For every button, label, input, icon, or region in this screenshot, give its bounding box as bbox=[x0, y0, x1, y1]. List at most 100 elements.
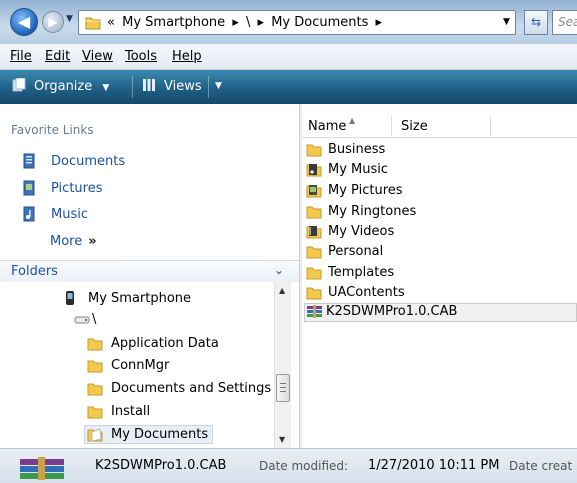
address-bar-area: ◀ ▶ ▼ « My Smartphone ▸ \ ▸ My Documents… bbox=[0, 0, 577, 44]
list-item-label: Business bbox=[328, 142, 386, 157]
breadcrumb-separator[interactable]: ▸ bbox=[258, 15, 265, 30]
tree-item-label: Install bbox=[111, 404, 151, 419]
list-item[interactable]: UAContents bbox=[306, 285, 405, 300]
column-name[interactable]: Name ▲ bbox=[308, 116, 355, 134]
chevron-down-icon: ▼ bbox=[503, 17, 510, 27]
favorite-documents-label: Documents bbox=[51, 153, 126, 169]
breadcrumb-separator[interactable]: ▸ bbox=[232, 15, 239, 30]
music-folder-icon bbox=[306, 164, 322, 177]
column-header: Name ▲ Size bbox=[302, 114, 577, 138]
list-item-selected[interactable]: K2SDWMPro1.0.CAB bbox=[306, 304, 457, 319]
scrollbar-thumb[interactable] bbox=[276, 374, 290, 402]
details-created-label: Date creat bbox=[509, 459, 573, 473]
list-item[interactable]: Templates bbox=[306, 265, 394, 280]
favorite-pictures[interactable]: Pictures bbox=[23, 180, 102, 196]
breadcrumb-overflow[interactable]: « bbox=[107, 15, 115, 30]
folder-icon bbox=[306, 287, 322, 300]
list-item-label: My Music bbox=[328, 162, 389, 177]
tree-item-my-smartphone[interactable]: My Smartphone bbox=[63, 290, 191, 306]
music-icon bbox=[23, 206, 35, 222]
navigation-pane: Favorite Links Documents Pictures Music … bbox=[0, 104, 299, 448]
list-item-label: My Videos bbox=[328, 224, 395, 239]
list-item-label: UAContents bbox=[328, 285, 405, 300]
folder-icon bbox=[306, 206, 322, 219]
column-divider[interactable] bbox=[391, 116, 392, 136]
favorite-links-heading: Favorite Links bbox=[11, 123, 94, 137]
folders-scrollbar[interactable]: ▲ ▼ bbox=[274, 282, 291, 448]
tree-item-label: Documents and Settings bbox=[111, 381, 272, 396]
search-input[interactable]: Sea bbox=[552, 10, 577, 35]
scroll-up-icon[interactable]: ▲ bbox=[279, 286, 285, 295]
folder-open-icon bbox=[87, 428, 103, 442]
menu-view-label: View bbox=[82, 49, 113, 64]
double-chevron-right-icon: » bbox=[88, 234, 97, 249]
list-item-label: Personal bbox=[328, 244, 384, 259]
menu-tools-label: Tools bbox=[125, 49, 158, 64]
folder-icon bbox=[87, 383, 103, 396]
menu-help-label: Help bbox=[172, 49, 202, 64]
list-item-label: My Pictures bbox=[328, 183, 403, 198]
address-history-dropdown[interactable]: ▼ bbox=[503, 17, 510, 27]
list-item-label: My Ringtones bbox=[328, 204, 417, 219]
details-file-name: K2SDWMPro1.0.CAB bbox=[95, 458, 227, 473]
address-box[interactable]: « My Smartphone ▸ \ ▸ My Documents ▸ ▼ bbox=[78, 10, 516, 35]
views-dropdown[interactable]: ▼ bbox=[215, 81, 222, 91]
tree-item-application-data[interactable]: Application Data bbox=[87, 336, 219, 351]
chevron-down-icon: ▼ bbox=[215, 81, 222, 91]
list-item[interactable]: My Ringtones bbox=[306, 204, 416, 219]
favorite-documents[interactable]: Documents bbox=[23, 153, 125, 169]
tree-item-connmgr[interactable]: ConnMgr bbox=[87, 358, 169, 373]
folders-title: Folders bbox=[11, 264, 58, 279]
drive-icon bbox=[74, 316, 90, 323]
chevron-down-icon: ▼ bbox=[66, 14, 73, 24]
breadcrumb-my-documents[interactable]: My Documents bbox=[271, 15, 368, 30]
column-size-label: Size bbox=[401, 119, 428, 134]
menu-file[interactable]: File bbox=[10, 49, 32, 64]
scroll-down-icon[interactable]: ▼ bbox=[279, 435, 285, 444]
tree-item-install[interactable]: Install bbox=[87, 404, 150, 419]
breadcrumb: « My Smartphone ▸ \ ▸ My Documents ▸ bbox=[107, 15, 385, 30]
list-item-label: K2SDWMPro1.0.CAB bbox=[326, 304, 458, 319]
more-favorites-link[interactable]: More » bbox=[50, 234, 97, 249]
tree-item-documents-and-settings[interactable]: Documents and Settings bbox=[87, 381, 271, 396]
column-name-label: Name bbox=[308, 119, 347, 134]
refresh-button[interactable]: ⇆ bbox=[524, 10, 548, 35]
folder-icon bbox=[87, 406, 103, 419]
arrow-right-icon: ▶ bbox=[48, 15, 58, 29]
tree-item-my-documents[interactable]: My Documents bbox=[84, 425, 214, 444]
phone-icon bbox=[66, 291, 74, 305]
menu-edit[interactable]: Edit bbox=[45, 49, 70, 64]
file-list-pane: Name ▲ Size Business My Music My Picture… bbox=[302, 104, 577, 448]
menu-bar: File Edit View Tools Help bbox=[0, 44, 577, 70]
column-size[interactable]: Size bbox=[401, 119, 428, 134]
organize-button[interactable]: Organize ▼ bbox=[12, 77, 109, 94]
list-item[interactable]: Personal bbox=[306, 244, 383, 259]
command-divider bbox=[132, 76, 133, 98]
folders-header[interactable]: Folders ⌄ bbox=[0, 260, 299, 282]
breadcrumb-separator[interactable]: ▸ bbox=[376, 15, 383, 30]
tree-item-label: My Documents bbox=[111, 427, 209, 442]
details-modified-label: Date modified: bbox=[259, 459, 349, 473]
views-button[interactable]: Views bbox=[142, 78, 202, 94]
recent-pages-dropdown[interactable]: ▼ bbox=[66, 14, 73, 24]
tree-item-root[interactable]: \ bbox=[74, 312, 96, 327]
breadcrumb-root[interactable]: \ bbox=[246, 15, 250, 30]
breadcrumb-my-smartphone[interactable]: My Smartphone bbox=[122, 15, 225, 30]
menu-tools[interactable]: Tools bbox=[125, 49, 157, 64]
forward-button[interactable]: ▶ bbox=[42, 11, 64, 33]
list-item[interactable]: My Pictures bbox=[306, 183, 403, 198]
folder-icon bbox=[306, 246, 322, 259]
list-item[interactable]: My Music bbox=[306, 162, 388, 177]
command-bar: Organize ▼ Views ▼ bbox=[0, 70, 577, 104]
column-divider[interactable] bbox=[490, 116, 491, 136]
favorite-pictures-label: Pictures bbox=[51, 180, 103, 196]
menu-help[interactable]: Help bbox=[172, 49, 202, 64]
archive-icon bbox=[307, 305, 322, 318]
menu-view[interactable]: View bbox=[82, 49, 113, 64]
back-button[interactable]: ◀ bbox=[10, 8, 38, 36]
list-item[interactable]: My Videos bbox=[306, 224, 394, 239]
list-item[interactable]: Business bbox=[306, 142, 385, 157]
tree-item-label: ConnMgr bbox=[111, 358, 170, 373]
favorite-music[interactable]: Music bbox=[23, 206, 88, 222]
organize-label: Organize bbox=[34, 79, 93, 94]
